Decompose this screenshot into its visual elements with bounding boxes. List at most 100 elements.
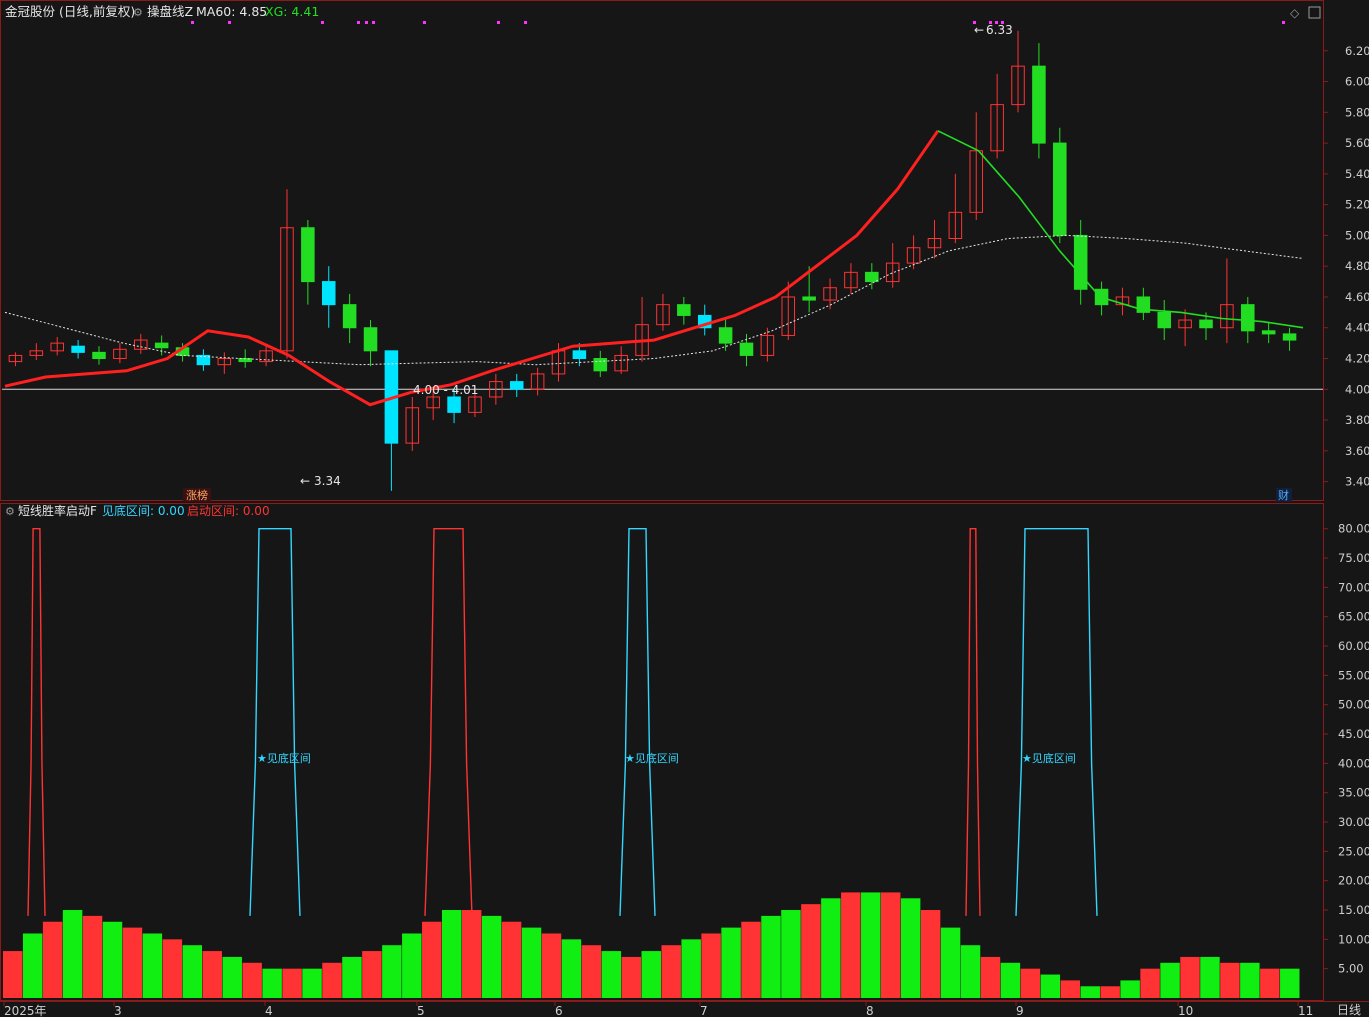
indicator-bar	[1220, 962, 1240, 998]
indicator-bar	[601, 951, 622, 998]
x-tick-label: 7	[700, 1004, 708, 1017]
signal-dot	[365, 21, 368, 24]
high-annotation: 6.33	[986, 23, 1013, 37]
candle-body	[739, 342, 754, 356]
candle-body	[363, 327, 378, 352]
signal-dot	[357, 21, 360, 24]
sub-indicator-name[interactable]: 短线胜率启动F	[18, 503, 97, 518]
sub-y-tick-label: 25.00	[1338, 844, 1369, 858]
sub-y-tick-label: 5.00	[1338, 962, 1364, 976]
candle-body	[677, 304, 691, 316]
indicator-gear-icon[interactable]: ⚙	[133, 6, 143, 19]
stock-title[interactable]: 金冠股份 (日线,前复权)	[5, 4, 135, 19]
main-y-tick-label: 3.60	[1345, 444, 1369, 458]
low-arrow: ←	[300, 474, 310, 488]
signal-pulse	[424, 528, 473, 916]
low-annotation: 3.34	[314, 474, 341, 488]
candle-body	[154, 342, 169, 349]
qidong-value: 启动区间: 0.00	[187, 504, 270, 518]
indicator-bar	[1280, 968, 1300, 998]
price-panel[interactable]	[2, 21, 1323, 491]
sub-y-tick-label: 45.00	[1338, 727, 1369, 741]
sub-y-tick-label: 20.00	[1338, 874, 1369, 888]
signal-dot	[497, 21, 500, 24]
sub-y-tick-label: 70.00	[1338, 580, 1369, 594]
candle-body	[509, 381, 524, 390]
indicator-bar	[162, 939, 183, 998]
window-toggle-icon[interactable]	[1308, 6, 1321, 19]
candle-body	[1053, 142, 1067, 236]
signal-dot	[372, 21, 375, 24]
x-tick-label: 8	[866, 1004, 874, 1017]
indicator-bar	[801, 904, 821, 998]
sub-gear-icon[interactable]: ⚙	[5, 505, 15, 518]
indicator-bar	[1020, 968, 1041, 998]
indicator-bar	[382, 945, 402, 998]
indicator-bar	[721, 927, 741, 998]
main-y-tick-label: 5.00	[1345, 228, 1369, 242]
indicator-bar	[561, 939, 582, 998]
main-y-tick-label: 3.40	[1345, 475, 1369, 489]
indicator-name[interactable]: 操盘线Z	[147, 4, 193, 19]
candle-body	[572, 350, 587, 360]
candle-body	[1241, 304, 1255, 332]
main-y-tick-label: 4.80	[1345, 259, 1369, 273]
x-tick-label: 4	[265, 1004, 273, 1017]
indicator-bar	[761, 915, 781, 998]
x-tick-label: 9	[1016, 1004, 1024, 1017]
indicator-bar	[42, 921, 63, 998]
star-label-3: ★见底区间	[1022, 751, 1076, 765]
indicator-bar	[641, 951, 661, 998]
indicator-bar	[202, 951, 222, 998]
indicator-bar	[821, 898, 841, 998]
cai-label[interactable]: 财	[1278, 488, 1289, 502]
indicator-bar	[581, 945, 602, 998]
chart-canvas[interactable]: 金冠股份 (日线,前复权) ⚙ 操盘线Z MA60: 4.85 XG: 4.41…	[0, 0, 1369, 1017]
main-y-tick-label: 3.80	[1345, 413, 1369, 427]
indicator-bar	[481, 915, 502, 998]
main-y-tick-label: 4.00	[1345, 382, 1369, 396]
main-y-tick-label: 4.20	[1345, 352, 1369, 366]
signal-dot	[191, 21, 194, 24]
sub-y-tick-label: 55.00	[1338, 668, 1369, 682]
ma60-value: MA60: 4.85	[196, 4, 267, 19]
signal-pulse	[27, 528, 46, 916]
candle-body	[865, 271, 879, 283]
indicator-bar	[1100, 986, 1120, 998]
sub-y-tick-label: 65.00	[1338, 610, 1369, 624]
candle-body	[593, 358, 608, 372]
indicator-bar	[841, 892, 861, 998]
indicator-bar	[541, 933, 562, 998]
indicator-bar	[362, 951, 382, 998]
range-annotation: 4.00 - 4.01	[413, 383, 478, 397]
indicator-bar	[661, 945, 681, 998]
zhangbang-label[interactable]: 涨榜	[186, 488, 208, 502]
candle-body	[1199, 319, 1213, 329]
indicator-bar	[282, 968, 302, 998]
indicator-bar	[861, 892, 881, 998]
indicator-bar	[521, 927, 542, 998]
sub-y-tick-label: 60.00	[1338, 639, 1369, 653]
indicator-bar	[980, 956, 1001, 998]
candle-body	[1032, 65, 1046, 144]
x-unit-label[interactable]: 日线	[1337, 1003, 1361, 1017]
operation-line-up	[4, 129, 940, 407]
indicator-bar	[1040, 974, 1061, 998]
diamond-icon[interactable]: ◇	[1290, 6, 1300, 20]
main-y-tick-label: 6.00	[1345, 75, 1369, 89]
high-arrow: ←	[974, 23, 984, 37]
indicator-bar	[22, 933, 43, 998]
candle-body	[802, 296, 816, 301]
indicator-bar	[102, 921, 123, 998]
indicator-bar	[1160, 962, 1180, 998]
indicator-bar	[920, 910, 941, 998]
candle-body	[1073, 234, 1088, 290]
main-y-tick-label: 5.60	[1345, 136, 1369, 150]
indicator-bar	[302, 968, 322, 998]
indicator-bar	[1240, 962, 1260, 998]
x-tick-label: 11	[1298, 1004, 1313, 1017]
indicator-bar	[1260, 968, 1280, 998]
x-tick-label: 5	[417, 1004, 425, 1017]
indicator-bar	[402, 933, 422, 998]
indicator-bar	[322, 962, 342, 998]
